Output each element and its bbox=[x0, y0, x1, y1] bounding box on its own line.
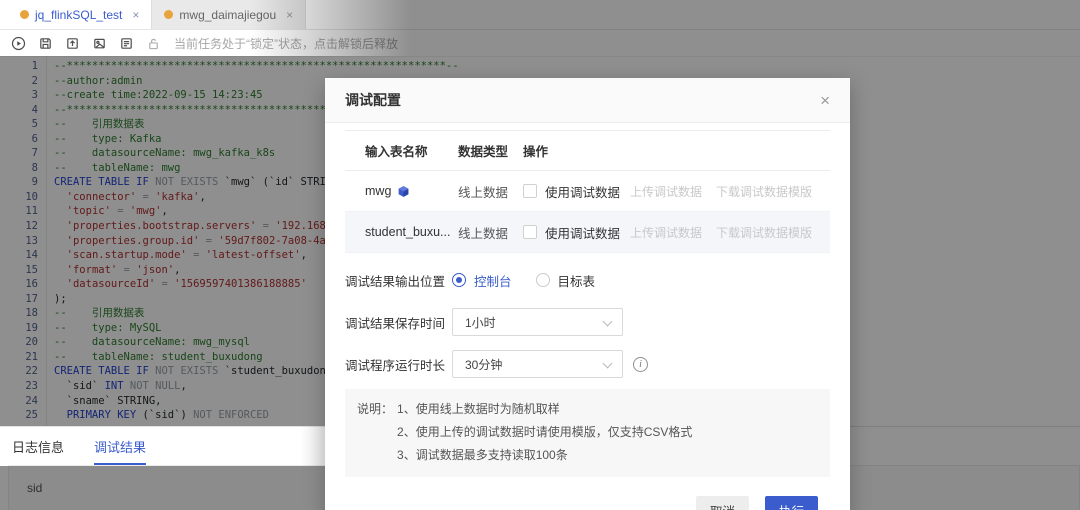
actions-cell: 使用调试数据 上传调试数据 下载调试数据模版 bbox=[523, 223, 830, 242]
save-time-row: 调试结果保存时间 1小时 bbox=[345, 308, 830, 336]
use-debug-label: 使用调试数据 bbox=[545, 185, 621, 200]
download-template-link[interactable]: 下载调试数据模版 bbox=[716, 183, 812, 200]
table-name: mwg bbox=[365, 184, 392, 198]
cancel-button[interactable]: 取消 bbox=[695, 496, 749, 510]
notes-prefix: 说明： bbox=[357, 402, 394, 416]
radio-icon[interactable] bbox=[535, 273, 550, 287]
note-item: 2、使用上传的调试数据时请使用模版，仅支持CSV格式 bbox=[397, 425, 693, 439]
data-type-cell: 线上数据 bbox=[458, 185, 509, 200]
notes-box: 说明： 1、使用线上数据时为随机取样 2、使用上传的调试数据时请使用模版，仅支持C… bbox=[345, 389, 830, 477]
output-option-unselected[interactable]: 目标表 bbox=[535, 271, 596, 290]
use-debug-checkbox[interactable] bbox=[523, 225, 537, 239]
run-duration-value: 30分钟 bbox=[465, 357, 503, 372]
save-time-value: 1小时 bbox=[465, 315, 496, 330]
notes-items: 1、使用线上数据时为随机取样 2、使用上传的调试数据时请使用模版，仅支持CSV格式… bbox=[397, 398, 692, 467]
col-data-type: 数据类型 bbox=[458, 145, 509, 159]
output-location-row: 调试结果输出位置 控制台 目标表 bbox=[345, 266, 830, 294]
modal-header: 调试配置 × bbox=[325, 78, 850, 123]
modal-footer: 取消 执行 bbox=[345, 477, 830, 510]
col-input-table-name: 输入表名称 bbox=[365, 145, 428, 159]
close-icon[interactable]: × bbox=[820, 92, 830, 109]
input-tables: 输入表名称 数据类型 操作 mwg 线上数据 使用调试数据 上传调试数据 下载调试数据模… bbox=[345, 130, 830, 253]
output-location-label: 调试结果输出位置 bbox=[345, 274, 446, 289]
actions-cell: 使用调试数据 上传调试数据 下载调试数据模版 bbox=[523, 182, 830, 201]
save-time-label: 调试结果保存时间 bbox=[345, 316, 446, 331]
run-duration-row: 调试程序运行时长 30分钟 i bbox=[345, 350, 830, 378]
info-icon[interactable]: i bbox=[633, 356, 648, 372]
table-cube-icon bbox=[399, 185, 409, 197]
download-template-link[interactable]: 下载调试数据模版 bbox=[716, 224, 812, 241]
col-actions: 操作 bbox=[523, 145, 549, 159]
note-item: 3、调试数据最多支持读取100条 bbox=[397, 448, 568, 462]
chevron-down-icon bbox=[602, 358, 613, 369]
execute-button[interactable]: 执行 bbox=[764, 496, 818, 510]
table-name-cell: student_buxu... bbox=[365, 225, 458, 239]
radio-label: 控制台 bbox=[474, 274, 512, 289]
table-name: student_buxu... bbox=[365, 225, 451, 239]
use-debug-checkbox[interactable] bbox=[523, 184, 537, 198]
use-debug-label: 使用调试数据 bbox=[545, 226, 621, 241]
debug-config-modal: 调试配置 × 输入表名称 数据类型 操作 mwg 线上数据 使用调试数据 上传调试数据… bbox=[325, 78, 850, 510]
note-item: 1、使用线上数据时为随机取样 bbox=[397, 402, 560, 416]
chevron-down-icon bbox=[602, 316, 613, 327]
run-duration-label: 调试程序运行时长 bbox=[345, 358, 446, 373]
upload-debug-link[interactable]: 上传调试数据 bbox=[630, 183, 702, 200]
output-location-options: 控制台 目标表 bbox=[452, 271, 595, 290]
table-row: mwg 线上数据 使用调试数据 上传调试数据 下载调试数据模版 bbox=[345, 171, 830, 212]
app-window: jq_flinkSQL_test × mwg_daimajiegou × 当前任… bbox=[0, 0, 1080, 510]
modal-title: 调试配置 bbox=[345, 92, 401, 108]
table-name-cell: mwg bbox=[365, 184, 458, 198]
output-option-selected[interactable]: 控制台 bbox=[452, 271, 512, 290]
data-type-cell: 线上数据 bbox=[458, 226, 509, 241]
modal-mask-top bbox=[0, 0, 1080, 56]
modal-body: 输入表名称 数据类型 操作 mwg 线上数据 使用调试数据 上传调试数据 下载调试数据模… bbox=[325, 123, 850, 510]
input-tables-header: 输入表名称 数据类型 操作 bbox=[345, 131, 830, 171]
run-duration-select[interactable]: 30分钟 bbox=[452, 350, 623, 378]
save-time-select[interactable]: 1小时 bbox=[452, 308, 623, 336]
input-tables-rows: mwg 线上数据 使用调试数据 上传调试数据 下载调试数据模版 student_buxu.… bbox=[345, 171, 830, 253]
radio-label: 目标表 bbox=[557, 274, 596, 289]
radio-icon[interactable] bbox=[452, 273, 466, 287]
upload-debug-link[interactable]: 上传调试数据 bbox=[630, 224, 702, 241]
table-row: student_buxu... 线上数据 使用调试数据 上传调试数据 下载调试数据模版 bbox=[345, 212, 830, 253]
